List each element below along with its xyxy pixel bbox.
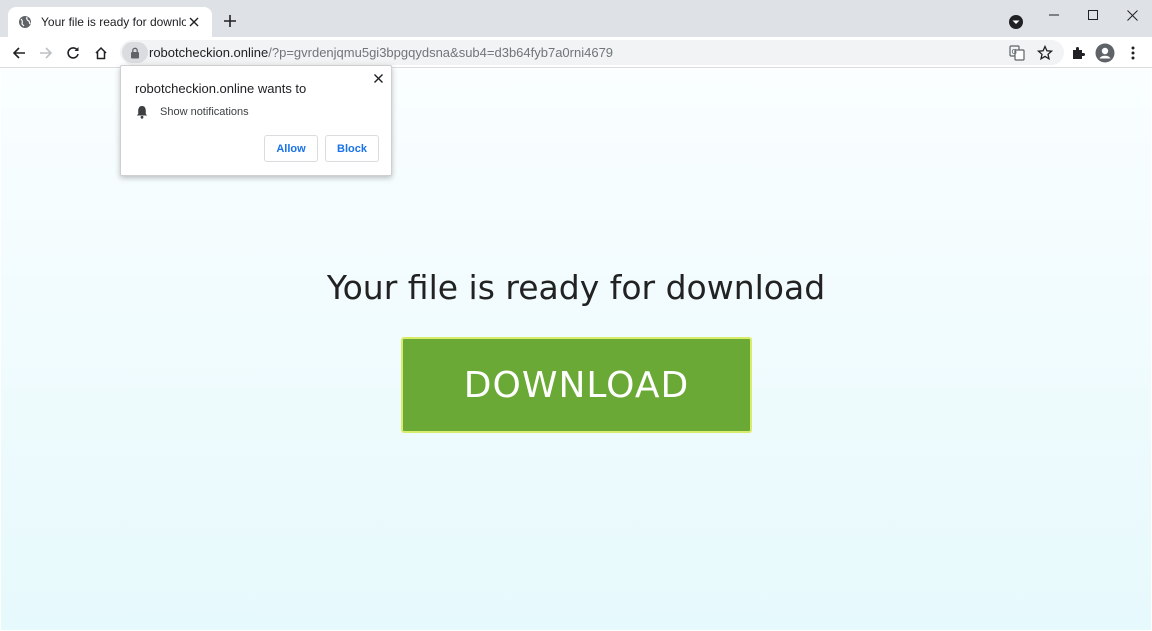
back-icon[interactable] xyxy=(8,42,30,64)
globe-icon xyxy=(18,15,32,29)
svg-text:G: G xyxy=(1012,48,1017,56)
url-path: /?p=gvrdenjqmu5gi3bpgqydsna&sub4=d3b64fy… xyxy=(268,45,614,60)
menu-kebab-icon[interactable] xyxy=(1122,42,1144,64)
url-host: robotcheckion.online xyxy=(149,45,269,60)
extensions-icon[interactable] xyxy=(1067,42,1089,64)
popup-close-icon[interactable] xyxy=(371,71,385,85)
translate-icon[interactable]: G xyxy=(1008,44,1026,62)
browser-toolbar: robotcheckion.online/?p=gvrdenjqmu5gi3bp… xyxy=(0,37,1152,68)
profile-avatar-icon[interactable] xyxy=(1094,42,1116,64)
bookmark-star-icon[interactable] xyxy=(1036,44,1054,62)
tab-close-icon[interactable] xyxy=(186,14,202,30)
forward-icon[interactable] xyxy=(35,42,57,64)
url-text: robotcheckion.online/?p=gvrdenjqmu5gi3bp… xyxy=(149,45,613,60)
permission-row: Show notifications xyxy=(135,105,249,119)
permission-label: Show notifications xyxy=(160,106,249,118)
allow-button[interactable]: Allow xyxy=(264,135,318,162)
download-button[interactable]: DOWNLOAD xyxy=(401,337,752,433)
bell-icon xyxy=(135,105,149,119)
lock-icon[interactable] xyxy=(122,42,148,63)
block-button[interactable]: Block xyxy=(325,135,379,162)
tab-strip: Your file is ready for download xyxy=(0,0,1152,37)
minimize-icon[interactable] xyxy=(1035,0,1073,30)
tab-search-icon[interactable] xyxy=(1008,14,1024,30)
notification-permission-popup: robotcheckion.online wants to Show notif… xyxy=(120,65,392,176)
page-headline: Your file is ready for download xyxy=(326,268,826,307)
new-tab-button[interactable] xyxy=(220,11,240,31)
reload-icon[interactable] xyxy=(62,42,84,64)
browser-tab[interactable]: Your file is ready for download xyxy=(8,7,212,37)
address-bar[interactable]: robotcheckion.online/?p=gvrdenjqmu5gi3bp… xyxy=(120,40,1064,65)
home-icon[interactable] xyxy=(90,42,112,64)
tab-title: Your file is ready for download xyxy=(41,15,186,29)
window-close-icon[interactable] xyxy=(1113,0,1151,30)
popup-title: robotcheckion.online wants to xyxy=(135,81,307,96)
maximize-icon[interactable] xyxy=(1074,0,1112,30)
